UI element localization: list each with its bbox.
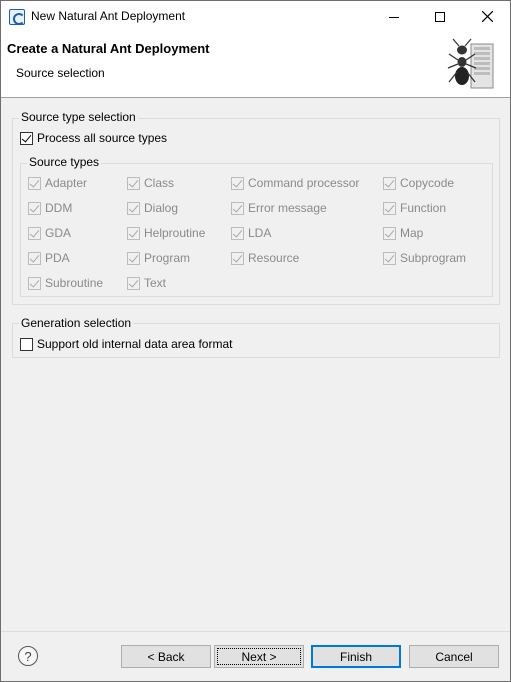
- checkbox-box: [127, 251, 140, 265]
- close-button[interactable]: [464, 1, 510, 32]
- source-type-label: Dialog: [144, 201, 179, 215]
- checkbox-box: [383, 176, 396, 190]
- source-type-label: Copycode: [400, 176, 455, 190]
- source-type-checkbox[interactable]: Error message: [231, 201, 327, 215]
- checkbox-box: [231, 201, 244, 215]
- checkbox-box: [383, 201, 396, 215]
- source-type-checkbox[interactable]: Map: [383, 226, 423, 240]
- banner-title: Create a Natural Ant Deployment: [7, 41, 210, 56]
- checkbox-box: [383, 251, 396, 265]
- source-type-label: Function: [400, 201, 447, 215]
- minimize-button[interactable]: [371, 1, 417, 32]
- next-button-label: Next >: [241, 649, 277, 664]
- source-type-label: PDA: [45, 251, 70, 265]
- source-type-checkbox[interactable]: Program: [127, 251, 190, 265]
- source-type-label: Error message: [248, 201, 327, 215]
- process-all-checkbox[interactable]: Process all source types: [20, 131, 167, 145]
- finish-button[interactable]: Finish: [311, 645, 401, 668]
- checkbox-box: [28, 226, 41, 240]
- source-type-checkbox[interactable]: Subprogram: [383, 251, 466, 265]
- app-icon: [9, 9, 25, 25]
- minimize-icon: [389, 17, 399, 18]
- source-type-checkbox[interactable]: Resource: [231, 251, 299, 265]
- checkbox-box: [127, 176, 140, 190]
- banner-subtitle: Source selection: [16, 66, 105, 80]
- source-type-checkbox[interactable]: Adapter: [28, 176, 87, 190]
- title-bar: New Natural Ant Deployment: [1, 1, 510, 32]
- cancel-button[interactable]: Cancel: [409, 645, 499, 668]
- help-icon[interactable]: ?: [18, 646, 38, 666]
- source-type-label: LDA: [248, 226, 272, 240]
- source-type-checkbox[interactable]: Class: [127, 176, 174, 190]
- source-type-label: DDM: [45, 201, 73, 215]
- next-button[interactable]: Next >: [214, 645, 304, 668]
- source-type-checkbox[interactable]: Subroutine: [28, 276, 103, 290]
- window-title: New Natural Ant Deployment: [31, 9, 186, 23]
- source-type-checkbox[interactable]: PDA: [28, 251, 70, 265]
- wizard-dialog: New Natural Ant Deployment Create a Natu…: [0, 0, 511, 682]
- source-type-checkbox[interactable]: Text: [127, 276, 166, 290]
- close-icon: [481, 11, 493, 22]
- source-type-checkbox[interactable]: Function: [383, 201, 446, 215]
- source-type-label: Adapter: [45, 176, 88, 190]
- source-type-label: Subroutine: [45, 276, 104, 290]
- support-old-format-checkbox[interactable]: Support old internal data area format: [20, 337, 232, 351]
- maximize-button[interactable]: [417, 1, 463, 32]
- source-type-label: Program: [144, 251, 191, 265]
- finish-button-label: Finish: [339, 649, 372, 664]
- support-old-format-label: Support old internal data area format: [37, 337, 233, 351]
- checkbox-box: [127, 226, 140, 240]
- cancel-button-label: Cancel: [435, 649, 473, 664]
- footer-separator: [1, 631, 510, 632]
- back-button-label: < Back: [147, 649, 185, 664]
- source-type-checkbox[interactable]: GDA: [28, 226, 71, 240]
- source-type-label: GDA: [45, 226, 72, 240]
- source-type-checkbox[interactable]: Helproutine: [127, 226, 205, 240]
- source-type-label: Helproutine: [144, 226, 206, 240]
- source-type-checkbox[interactable]: LDA: [231, 226, 271, 240]
- help-glyph: ?: [24, 648, 32, 664]
- source-type-checkbox[interactable]: Command processor: [231, 176, 359, 190]
- source-type-label: Subprogram: [400, 251, 467, 265]
- source-types-label: Source types: [27, 155, 102, 169]
- checkbox-box: [127, 201, 140, 215]
- source-type-selection-label: Source type selection: [19, 110, 138, 124]
- checkbox-box: [28, 201, 41, 215]
- wizard-banner: Create a Natural Ant Deployment Source s…: [1, 32, 510, 98]
- checkbox-box: [383, 226, 396, 240]
- source-type-checkbox[interactable]: Dialog: [127, 201, 178, 215]
- checkbox-box: [28, 251, 41, 265]
- checkbox-box: [231, 226, 244, 240]
- checkbox-box: [28, 176, 41, 190]
- checkbox-box: [28, 276, 41, 290]
- process-all-label: Process all source types: [37, 131, 168, 145]
- checkbox-box: [20, 131, 33, 145]
- source-type-checkbox[interactable]: DDM: [28, 201, 72, 215]
- ant-server-icon: [447, 38, 494, 89]
- checkbox-box: [127, 276, 140, 290]
- source-type-label: Map: [400, 226, 424, 240]
- checkbox-box: [231, 251, 244, 265]
- checkbox-box: [231, 176, 244, 190]
- source-type-label: Command processor: [248, 176, 360, 190]
- back-button[interactable]: < Back: [121, 645, 211, 668]
- checkbox-box: [20, 337, 33, 351]
- generation-selection-label: Generation selection: [19, 316, 134, 330]
- source-type-label: Resource: [248, 251, 300, 265]
- maximize-icon: [435, 11, 445, 22]
- source-type-checkbox[interactable]: Copycode: [383, 176, 454, 190]
- source-type-label: Class: [144, 176, 175, 190]
- source-type-label: Text: [144, 276, 167, 290]
